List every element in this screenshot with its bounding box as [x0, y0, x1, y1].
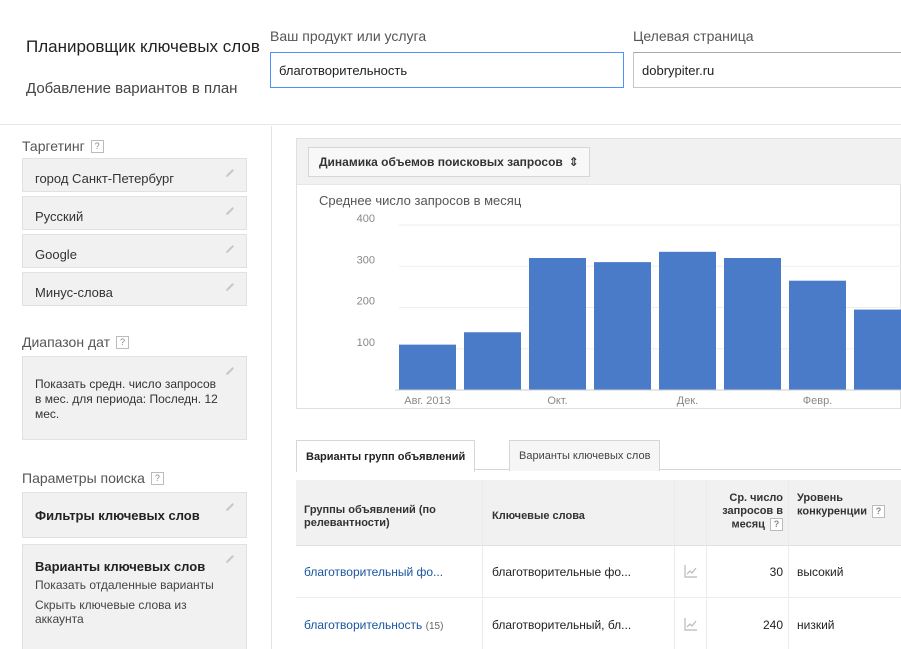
column-header-volume[interactable]: Ср. число запросов в месяц ? [691, 492, 783, 531]
y-tick-label: 200 [357, 296, 375, 308]
targeting-location-label: город Санкт-Петербург [35, 171, 175, 186]
column-header-competition[interactable]: Уровень конкуренции ? [797, 492, 897, 518]
targeting-language-label: Русский [35, 209, 84, 224]
keyword-options-label: Варианты ключевых слов [35, 559, 206, 574]
app-title: Планировщик ключевых слов [26, 37, 260, 56]
product-label: Ваш продукт или услуга [270, 28, 427, 44]
bar-chart: 100 200 300 400 Авг. 2013 Окт. Дек. Февр. [357, 213, 901, 407]
keywords-cell: благотворительный, бл... [492, 618, 632, 632]
keyword-filters-box[interactable]: Фильтры ключевых слов [22, 492, 247, 538]
chart-bar [854, 309, 901, 390]
x-tick-label: Дек. [677, 395, 698, 407]
targeting-heading: Таргетинг ? [22, 138, 104, 154]
pencil-icon[interactable] [224, 205, 236, 217]
date-range-label: Диапазон дат [22, 334, 111, 350]
header: Планировщик ключевых слов Добавление вар… [0, 0, 901, 125]
keyword-filters-label: Фильтры ключевых слов [35, 508, 200, 523]
ad-group-name: благотворительный фо... [304, 565, 444, 579]
pencil-icon[interactable] [224, 501, 236, 513]
date-range-text: Показать средн. число запросов в мес. дл… [35, 377, 218, 421]
pencil-icon[interactable] [224, 281, 236, 293]
column-header-ad-groups[interactable]: Группы объявлений (по релевантности) [304, 504, 474, 530]
hide-account-keywords-option[interactable]: Скрыть ключевые слова из аккаунта [35, 598, 236, 626]
tab-keyword-ideas[interactable]: Варианты ключевых слов [509, 440, 661, 471]
chart-bar [789, 280, 846, 390]
chart-bar [659, 251, 716, 390]
search-params-heading: Параметры поиска ? [22, 470, 164, 486]
chart-bar [594, 262, 651, 390]
competition-header-label: Уровень конкуренции [797, 492, 867, 518]
ad-group-name: благотворительность [304, 618, 423, 632]
chart-header: Динамика объемов поисковых запросов ⇕ [297, 139, 901, 185]
tab-label: Варианты ключевых слов [519, 450, 651, 462]
help-icon[interactable]: ? [90, 139, 104, 153]
competition-cell: низкий [797, 618, 835, 632]
keywords-cell: благотворительные фо... [492, 565, 632, 579]
app-subtitle: Добавление вариантов в план [26, 80, 238, 97]
ad-group-link[interactable]: благотворительность (15) [304, 618, 443, 632]
help-icon[interactable]: ? [770, 518, 783, 531]
x-tick-label: Авг. 2013 [404, 395, 450, 407]
chart-bar [724, 258, 781, 390]
sidebar: Таргетинг ? город Санкт-Петербург Русски… [0, 126, 272, 649]
pencil-icon[interactable] [224, 365, 236, 377]
product-input[interactable] [270, 52, 624, 88]
tab-label: Варианты групп объявлений [306, 450, 466, 463]
help-icon[interactable]: ? [116, 335, 130, 349]
chart-bar [529, 258, 586, 390]
trend-chart-icon[interactable] [684, 564, 698, 578]
help-icon[interactable]: ? [872, 505, 886, 518]
date-range-heading: Диапазон дат ? [22, 334, 130, 350]
pencil-icon[interactable] [224, 243, 236, 255]
date-range-box[interactable]: Показать средн. число запросов в мес. дл… [22, 356, 247, 440]
select-arrows-icon: ⇕ [568, 155, 579, 169]
chart-type-label: Динамика объемов поисковых запросов [319, 155, 563, 169]
y-tick-label: 300 [357, 254, 375, 266]
table-row: благотворительность (15) благотворительн… [296, 599, 901, 649]
search-params-label: Параметры поиска [22, 470, 145, 486]
targeting-network-label: Google [35, 247, 77, 262]
table-row: благотворительный фо... благотворительны… [296, 546, 901, 598]
chart-bar [464, 332, 521, 390]
show-distant-option[interactable]: Показать отдаленные варианты [35, 578, 236, 592]
keyword-options-box[interactable]: Варианты ключевых слов Показать отдаленн… [22, 544, 247, 649]
chart-type-select[interactable]: Динамика объемов поисковых запросов ⇕ [308, 147, 590, 177]
pencil-icon[interactable] [224, 553, 236, 565]
table-header: Группы объявлений (по релевантности) Клю… [296, 480, 901, 546]
y-tick-label: 400 [357, 213, 375, 225]
trend-chart-icon[interactable] [684, 617, 698, 631]
y-tick-label: 100 [357, 337, 375, 349]
volume-cell: 30 [769, 565, 783, 579]
competition-cell: высокий [797, 565, 844, 579]
results-tabs: Варианты групп объявлений Варианты ключе… [296, 440, 901, 472]
help-icon[interactable]: ? [150, 471, 164, 485]
targeting-location[interactable]: город Санкт-Петербург [22, 158, 247, 192]
column-header-keywords[interactable]: Ключевые слова [492, 510, 585, 523]
x-tick-label: Февр. [803, 395, 833, 407]
landing-page-label: Целевая страница [633, 28, 754, 44]
chart-bar [399, 344, 456, 390]
targeting-negative-keywords-label: Минус-слова [35, 285, 113, 300]
landing-page-input[interactable] [633, 52, 901, 88]
targeting-language[interactable]: Русский [22, 196, 247, 230]
ad-group-count: (15) [425, 621, 444, 632]
targeting-label: Таргетинг [22, 138, 85, 154]
volume-cell: 240 [762, 618, 783, 632]
chart-panel: Динамика объемов поисковых запросов ⇕ Ср… [296, 138, 901, 409]
tab-ad-group-ideas[interactable]: Варианты групп объявлений [296, 440, 476, 472]
ad-group-link[interactable]: благотворительный фо... [304, 565, 443, 579]
pencil-icon[interactable] [224, 167, 236, 179]
x-tick-label: Окт. [547, 395, 567, 407]
targeting-network[interactable]: Google [22, 234, 247, 268]
targeting-negative-keywords[interactable]: Минус-слова [22, 272, 247, 306]
